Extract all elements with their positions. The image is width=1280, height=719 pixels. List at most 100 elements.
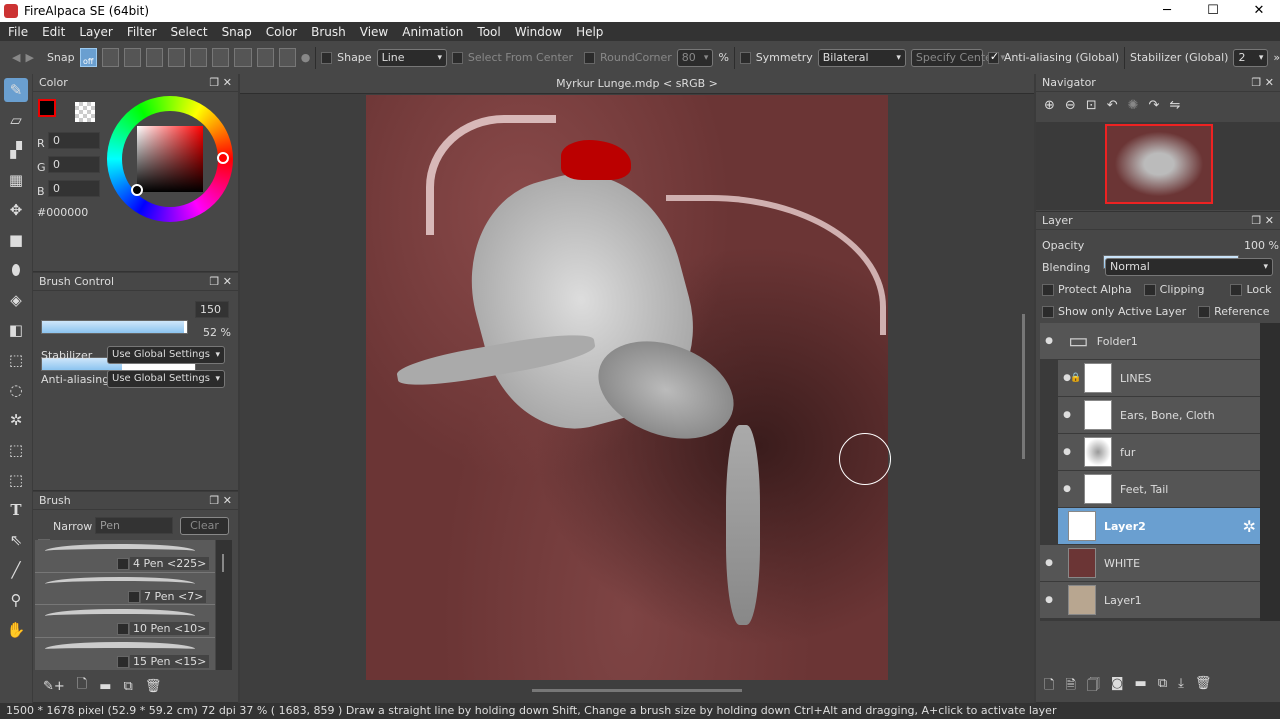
folder-icon[interactable]: ▬ (99, 679, 111, 694)
gradient-tool-icon[interactable]: ◧ (4, 318, 28, 342)
brush-item[interactable]: 7 Pen <7> (35, 573, 215, 605)
stabilizer-select[interactable]: 2 (1233, 48, 1269, 67)
snap-off-button[interactable]: off (79, 48, 97, 67)
stabilizer-select[interactable]: Use Global Settings (107, 346, 225, 364)
new-brush-icon[interactable]: 🗋 (77, 675, 87, 697)
delete-layer-icon[interactable]: 🗑 (1195, 676, 1212, 698)
reference-checkbox[interactable] (1198, 305, 1211, 318)
panel-float-close-icons[interactable]: ❐ ✕ (209, 494, 232, 507)
brush-list-scrollbar[interactable] (216, 540, 232, 670)
brush-item[interactable]: 4 Pen <225> (35, 540, 215, 573)
lasso-tool-icon[interactable]: ◌ (4, 378, 28, 402)
new-1bit-layer-icon[interactable]: 🗍 (1087, 676, 1100, 698)
menu-help[interactable]: Help (568, 25, 609, 39)
visibility-icon[interactable]: ● (1040, 595, 1058, 605)
clipping-checkbox[interactable] (1143, 283, 1156, 296)
panel-float-close-icons[interactable]: ❐ ✕ (209, 275, 232, 288)
document-tab[interactable]: Myrkur Lunge.mdp < sRGB > (240, 74, 1034, 94)
text-tool-icon[interactable]: T (4, 498, 28, 522)
operation-tool-icon[interactable]: ⇖ (4, 528, 28, 552)
transform-tool-icon[interactable]: ▦ (4, 168, 28, 192)
zoom-in-icon[interactable]: ⊕ (1044, 98, 1055, 113)
horizontal-scrollbar[interactable] (532, 689, 742, 692)
rotate-right-icon[interactable]: ↷ (1149, 98, 1160, 113)
add-mask-icon[interactable]: ◙ (1111, 676, 1124, 698)
snap-grid2-icon[interactable] (256, 48, 274, 67)
brush-item[interactable]: 15 Pen <15> (35, 638, 215, 670)
clear-button[interactable]: Clear (180, 517, 229, 535)
menu-animation[interactable]: Animation (394, 25, 469, 39)
rectangle-tool-icon[interactable]: ■ (4, 228, 28, 252)
g-input[interactable]: 0 (48, 156, 100, 173)
bucket-tool-icon[interactable]: ◈ (4, 288, 28, 312)
snap-radial-icon[interactable] (168, 48, 186, 67)
roundcorner-select[interactable]: 80 (676, 48, 714, 67)
navigator-preview[interactable] (1036, 122, 1280, 210)
add-brush-icon[interactable]: ✎+ (43, 679, 65, 694)
artwork-canvas[interactable] (366, 95, 888, 680)
hue-handle[interactable] (217, 152, 229, 164)
symmetry-checkbox[interactable] (739, 51, 751, 64)
visibility-icon[interactable]: ● (1058, 410, 1076, 420)
snap-vanishing-icon[interactable] (145, 48, 164, 67)
snap-curve-icon[interactable] (212, 48, 230, 67)
visibility-icon[interactable]: ● (1040, 336, 1058, 346)
antialias-select[interactable]: Use Global Settings (107, 370, 225, 388)
layer-item-ears-bone-cloth[interactable]: ● Ears, Bone, Cloth (1058, 397, 1260, 434)
layer-item-layer2[interactable]: Layer2 ✲ (1058, 508, 1260, 545)
move-tool-icon[interactable]: ✥ (4, 198, 28, 222)
menu-select[interactable]: Select (163, 25, 214, 39)
menu-color[interactable]: Color (258, 25, 303, 39)
rotate-left-icon[interactable]: ↶ (1107, 98, 1118, 113)
snap-concentric-icon[interactable] (190, 48, 208, 67)
next-frame-icon[interactable]: ▶ (25, 51, 33, 64)
select-pen-tool-icon[interactable]: ⬚ (4, 438, 28, 462)
zoom-out-icon[interactable]: ⊖ (1065, 98, 1076, 113)
delete-brush-icon[interactable]: 🗑 (145, 679, 162, 694)
fit-icon[interactable]: ⊡ (1086, 98, 1097, 113)
new-folder-icon[interactable]: ▬ (1135, 676, 1147, 698)
blending-select[interactable]: Normal (1105, 258, 1273, 276)
eyedropper-tool-icon[interactable]: ⚲ (4, 588, 28, 612)
toolbar-more-button[interactable]: » (1273, 51, 1280, 64)
panel-float-close-icons[interactable]: ❐ ✕ (1251, 76, 1274, 89)
hand-tool-icon[interactable]: ✋ (4, 618, 28, 642)
show-only-active-checkbox[interactable] (1042, 305, 1054, 318)
r-input[interactable]: 0 (48, 132, 100, 149)
visibility-icon[interactable]: ● (1040, 558, 1058, 568)
menu-tool[interactable]: Tool (469, 25, 506, 39)
shape-select[interactable]: Line (376, 48, 447, 67)
menu-layer[interactable]: Layer (71, 25, 118, 39)
menu-filter[interactable]: Filter (119, 25, 163, 39)
snap-cross-icon[interactable] (123, 48, 141, 67)
layer-item-feet-tail[interactable]: ● Feet, Tail (1058, 471, 1260, 508)
antialias-checkbox[interactable] (987, 50, 999, 64)
magic-wand-tool-icon[interactable]: ✲ (4, 408, 28, 432)
brush-tool-icon[interactable]: ✎ (4, 78, 28, 102)
select-tool-icon[interactable]: ⬚ (4, 348, 28, 372)
visibility-icon[interactable]: ● (1058, 447, 1076, 457)
menu-brush[interactable]: Brush (303, 25, 352, 39)
maximize-button[interactable]: ☐ (1190, 0, 1236, 22)
new-8bit-layer-icon[interactable]: 🗎 (1065, 676, 1075, 698)
primary-color-swatch[interactable] (38, 99, 56, 117)
menu-snap[interactable]: Snap (214, 25, 258, 39)
layer-list-scrollbar[interactable] (1260, 323, 1280, 621)
brush-size-value[interactable]: 150 (195, 301, 229, 318)
layer-item-layer1[interactable]: ● Layer1 (1040, 582, 1260, 619)
lock-checkbox[interactable] (1230, 283, 1243, 296)
transparent-color-swatch[interactable] (75, 102, 95, 122)
snap-grid-icon[interactable] (234, 48, 252, 67)
layer-item-white[interactable]: ● WHITE (1040, 545, 1260, 582)
roundcorner-checkbox[interactable] (584, 51, 595, 64)
vertical-scrollbar[interactable] (1022, 314, 1025, 459)
protect-alpha-checkbox[interactable] (1042, 283, 1054, 296)
color-handle[interactable] (131, 184, 143, 196)
layer-item-folder1[interactable]: ● ▭ Folder1 (1040, 323, 1260, 360)
merge-down-icon[interactable]: ⤓ (1178, 676, 1184, 698)
divide-tool-icon[interactable]: ╱ (4, 558, 28, 582)
navigator-viewport[interactable] (1105, 124, 1213, 204)
dot-tool-icon[interactable]: ▞ (4, 138, 28, 162)
flip-icon[interactable]: ⇋ (1169, 98, 1180, 113)
layer-item-lines[interactable]: ● 🔒 LINES (1058, 360, 1260, 397)
